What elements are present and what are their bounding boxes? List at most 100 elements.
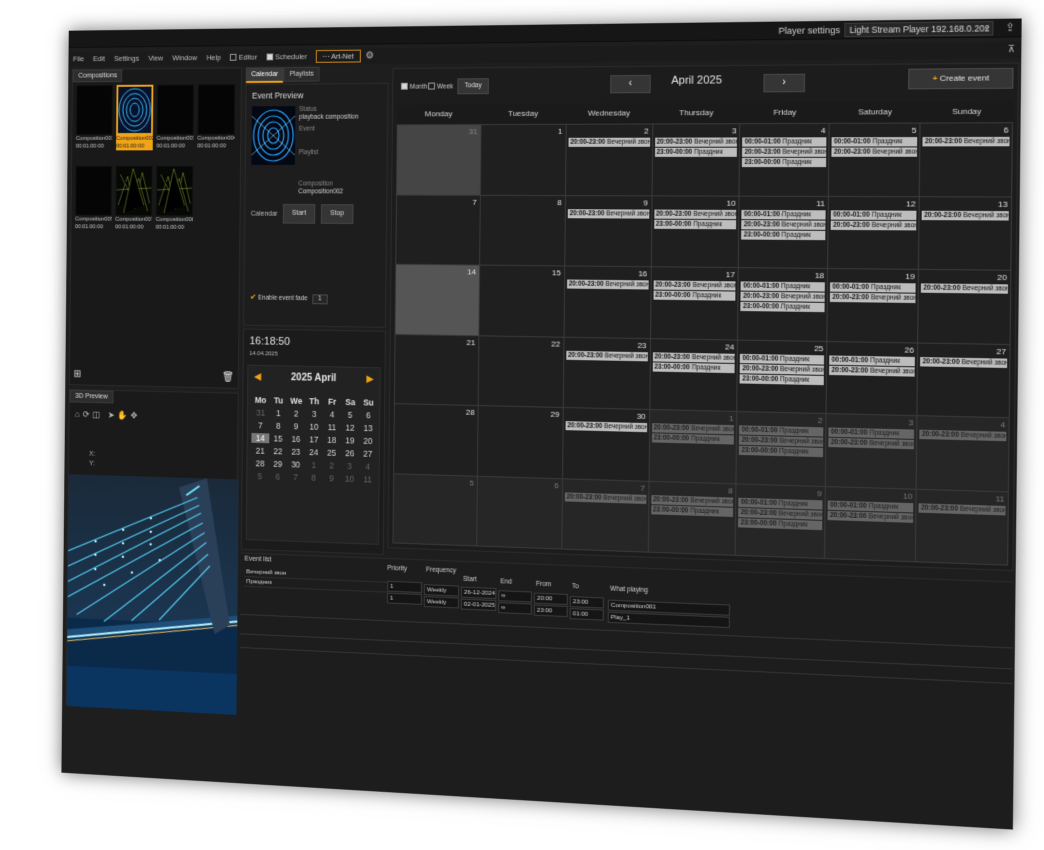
mini-day[interactable]: 1: [269, 408, 287, 418]
scheduler-checkbox[interactable]: [266, 53, 274, 61]
mini-day[interactable]: 28: [251, 458, 269, 468]
pointer-icon[interactable]: ➤: [108, 410, 118, 420]
mini-day[interactable]: 8: [304, 473, 322, 483]
event-chip[interactable]: 20:00-23:00 Вечерний звон: [919, 429, 1007, 442]
event-chip[interactable]: 00:00-01:00 Праздник: [830, 282, 916, 293]
mini-day[interactable]: 9: [287, 421, 305, 431]
composition-item[interactable]: Composition007 00:01:00:00: [115, 165, 153, 243]
event-chip[interactable]: 00:00-01:00 Праздник: [741, 209, 826, 220]
calendar-day-cell[interactable]: 31: [396, 125, 481, 195]
calendar-day-cell[interactable]: 24 20:00-23:00 Вечерний звон 23:00-00:00 П…: [649, 338, 738, 411]
mini-day[interactable]: 5: [341, 410, 359, 420]
event-chip[interactable]: 20:00-23:00 Вечерний звон: [829, 365, 915, 377]
event-chip[interactable]: 20:00-23:00 Вечерний звон: [652, 351, 736, 363]
mini-day[interactable]: 15: [269, 433, 287, 444]
calendar-day-cell[interactable]: 12 00:00-01:00 Праздник 20:00-23:00 Вечерн…: [828, 196, 919, 269]
event-chip[interactable]: 00:00-01:00 Праздник: [742, 137, 827, 147]
scheduler-toggle[interactable]: Scheduler: [262, 49, 312, 64]
event-chip[interactable]: 20:00-23:00 Вечерний звон: [740, 363, 825, 375]
event-chip[interactable]: 20:00-23:00 Вечерний звон: [653, 280, 736, 291]
event-list-frequency-cell[interactable]: Weekly: [423, 595, 460, 609]
event-chip[interactable]: 00:00-01:00 Праздник: [740, 353, 825, 365]
calendar-day-cell[interactable]: 4 20:00-23:00 Вечерний звон: [916, 416, 1009, 491]
event-chip[interactable]: 20:00-23:00 Вечерний звон: [921, 210, 1009, 221]
checkmark-icon[interactable]: ✔: [250, 293, 256, 302]
calendar-day-cell[interactable]: 10 20:00-23:00 Вечерний звон 23:00-00:00 П…: [651, 195, 739, 268]
event-chip[interactable]: 20:00-23:00 Вечерний звон: [918, 502, 1006, 515]
mini-day[interactable]: 7: [251, 420, 269, 430]
rotate-icon[interactable]: ⟳: [83, 409, 93, 419]
composition-item[interactable]: Composition004 00:01:00:00: [197, 84, 236, 162]
mini-day[interactable]: 22: [269, 446, 287, 456]
fade-stepper[interactable]: 1: [312, 294, 328, 305]
box-icon[interactable]: ◫: [92, 410, 103, 420]
calendar-day-cell[interactable]: 7: [396, 195, 480, 265]
mini-day[interactable]: 23: [287, 447, 305, 457]
calendar-day-cell[interactable]: 6: [477, 476, 562, 549]
gear-icon[interactable]: ⚙: [365, 50, 374, 61]
calendar-day-cell[interactable]: 3 20:00-23:00 Вечерний звон 23:00-00:00 Пр…: [652, 124, 740, 196]
share-icon[interactable]: ⇪: [1005, 21, 1015, 35]
event-list-end-cell[interactable]: ∞: [498, 601, 532, 615]
mini-day[interactable]: 6: [359, 410, 377, 420]
mini-day[interactable]: 29: [269, 459, 287, 469]
pin-icon[interactable]: ⊼: [1008, 44, 1015, 56]
calendar-day-cell[interactable]: 28: [394, 404, 478, 476]
event-chip[interactable]: 20:00-23:00 Вечерний звон: [566, 279, 649, 290]
event-chip[interactable]: 20:00-23:00 Вечерний звон: [741, 219, 826, 230]
mini-day[interactable]: 10: [340, 474, 358, 484]
event-list-to-cell[interactable]: 23:00: [569, 596, 604, 609]
calendar-day-cell[interactable]: 23 20:00-23:00 Вечерний звон: [563, 337, 650, 409]
calendar-day-cell[interactable]: 9 00:00-01:00 Праздник 20:00-23:00 Вечерни…: [736, 483, 826, 559]
event-chip[interactable]: 23:00-00:00 Праздник: [652, 361, 736, 373]
mini-day[interactable]: 21: [251, 446, 269, 456]
editor-checkbox[interactable]: [230, 53, 237, 61]
calendar-day-cell[interactable]: 1: [480, 124, 566, 195]
event-chip[interactable]: 23:00-00:00 Праздник: [650, 504, 734, 517]
player-select[interactable]: Light Stream Player 192.168.0.202 ▾: [844, 20, 994, 38]
preview-3d-tab[interactable]: 3D Preview: [69, 389, 114, 404]
mini-day[interactable]: 31: [252, 408, 270, 418]
composition-item[interactable]: Composition008 00:01:00:00: [155, 165, 194, 244]
start-button[interactable]: Start: [282, 203, 316, 224]
calendar-day-cell[interactable]: 14: [395, 264, 479, 335]
event-chip[interactable]: 20:00-23:00 Вечерний звон: [565, 350, 648, 361]
event-chip[interactable]: 23:00-00:00 Праздник: [653, 219, 737, 229]
calendar-day-cell[interactable]: 8: [479, 195, 565, 266]
event-list-start-cell[interactable]: 02-01-2025: [460, 598, 497, 612]
calendar-day-cell[interactable]: 11 00:00-01:00 Праздник 20:00-23:00 Вечерн…: [739, 196, 829, 268]
composition-item[interactable]: Composition003 00:01:00:00: [156, 84, 195, 162]
event-chip[interactable]: 20:00-23:00 Вечерний звон: [564, 491, 646, 504]
menu-window[interactable]: Window: [168, 50, 202, 65]
event-chip[interactable]: 20:00-23:00 Вечерний звон: [568, 137, 650, 147]
event-chip[interactable]: 23:00-00:00 Праздник: [740, 301, 825, 313]
event-chip[interactable]: 20:00-23:00 Вечерний звон: [565, 421, 647, 433]
event-list-from-cell[interactable]: 23:00: [533, 605, 568, 618]
event-chip[interactable]: 20:00-23:00 Вечерний звон: [653, 209, 737, 219]
event-list-frequency-cell[interactable]: Weekly: [423, 583, 460, 597]
mini-day[interactable]: 30: [287, 459, 305, 469]
event-chip[interactable]: 20:00-23:00 Вечерний звон: [567, 208, 649, 219]
calendar-day-cell[interactable]: 22: [478, 335, 564, 407]
create-event-button[interactable]: + Create event: [908, 67, 1014, 90]
event-chip[interactable]: 20:00-23:00 Вечерний звон: [654, 137, 738, 147]
event-chip[interactable]: 23:00-00:00 Праздник: [654, 147, 738, 157]
mini-next-month-icon[interactable]: ▶: [366, 374, 374, 385]
calendar-day-cell[interactable]: 20 20:00-23:00 Вечерний звон: [918, 269, 1011, 344]
calendar-day-cell[interactable]: 10 00:00-01:00 Праздник 20:00-23:00 Вечерн…: [825, 486, 916, 562]
composition-item[interactable]: Composition005 00:01:00:00: [75, 165, 113, 243]
calendar-day-cell[interactable]: 11 20:00-23:00 Вечерний звон: [915, 489, 1008, 565]
calendar-day-cell[interactable]: 30 20:00-23:00 Вечерний звон: [562, 407, 649, 481]
tab-playlists[interactable]: Playlists: [283, 66, 320, 82]
event-chip[interactable]: 23:00-00:00 Праздник: [739, 445, 824, 458]
event-chip[interactable]: 00:00-01:00 Праздник: [831, 209, 917, 220]
mini-day[interactable]: 11: [323, 422, 341, 432]
stop-button[interactable]: Stop: [320, 204, 354, 224]
event-chip[interactable]: 23:00-00:00 Праздник: [742, 157, 827, 168]
calendar-day-cell[interactable]: 25 00:00-01:00 Праздник 20:00-23:00 Вечерн…: [737, 340, 827, 414]
mini-day[interactable]: 7: [287, 472, 305, 482]
next-month-button[interactable]: ›: [763, 73, 806, 93]
mini-day[interactable]: 5: [251, 471, 269, 481]
menu-edit[interactable]: Edit: [89, 51, 110, 66]
event-chip[interactable]: 20:00-23:00 Вечерний звон: [742, 147, 827, 157]
